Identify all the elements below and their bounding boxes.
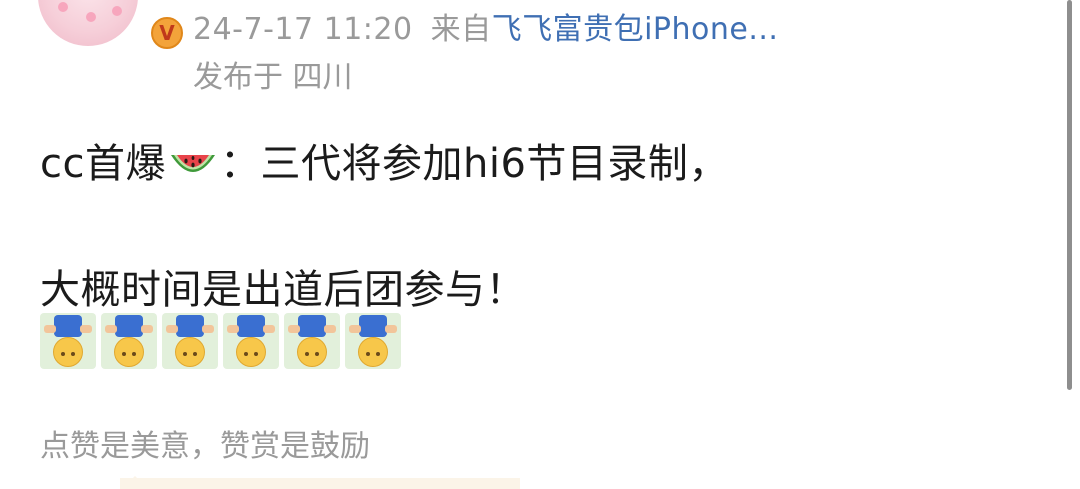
reward-panel[interactable] bbox=[120, 478, 520, 489]
post-text-line-1: cc首爆 ：三代将参加hi6节目录制， bbox=[40, 141, 729, 187]
scrollbar[interactable] bbox=[1067, 0, 1072, 390]
watermelon-icon bbox=[168, 149, 218, 179]
post-meta: 24-7-17 11:20 来自飞飞富贵包iPhone... bbox=[193, 4, 778, 48]
upside-down-face-icon bbox=[284, 313, 340, 369]
post-source-link[interactable]: 飞飞富贵包iPhone... bbox=[492, 12, 779, 47]
source-label: 来自 bbox=[430, 12, 492, 47]
post-card: V 24-7-17 11:20 来自飞飞富贵包iPhone... 发布于 四川 c… bbox=[0, 0, 1080, 489]
upside-down-face-icon bbox=[345, 313, 401, 369]
verified-badge-icon: V bbox=[147, 13, 187, 53]
upside-down-face-icon bbox=[40, 313, 96, 369]
upside-down-face-icon bbox=[162, 313, 218, 369]
post-location: 发布于 四川 bbox=[193, 60, 353, 95]
reward-prompt[interactable]: 点赞是美意，赞赏是鼓励 bbox=[40, 421, 370, 465]
post-text-line-2: 大概时间是出道后团参与！ bbox=[40, 267, 526, 313]
avatar-image bbox=[38, 0, 138, 46]
upside-down-face-icon bbox=[101, 313, 157, 369]
emoji-row bbox=[40, 313, 406, 371]
avatar[interactable]: V bbox=[30, 0, 187, 53]
upside-down-face-icon bbox=[223, 313, 279, 369]
post-time: 24-7-17 11:20 bbox=[193, 12, 413, 47]
